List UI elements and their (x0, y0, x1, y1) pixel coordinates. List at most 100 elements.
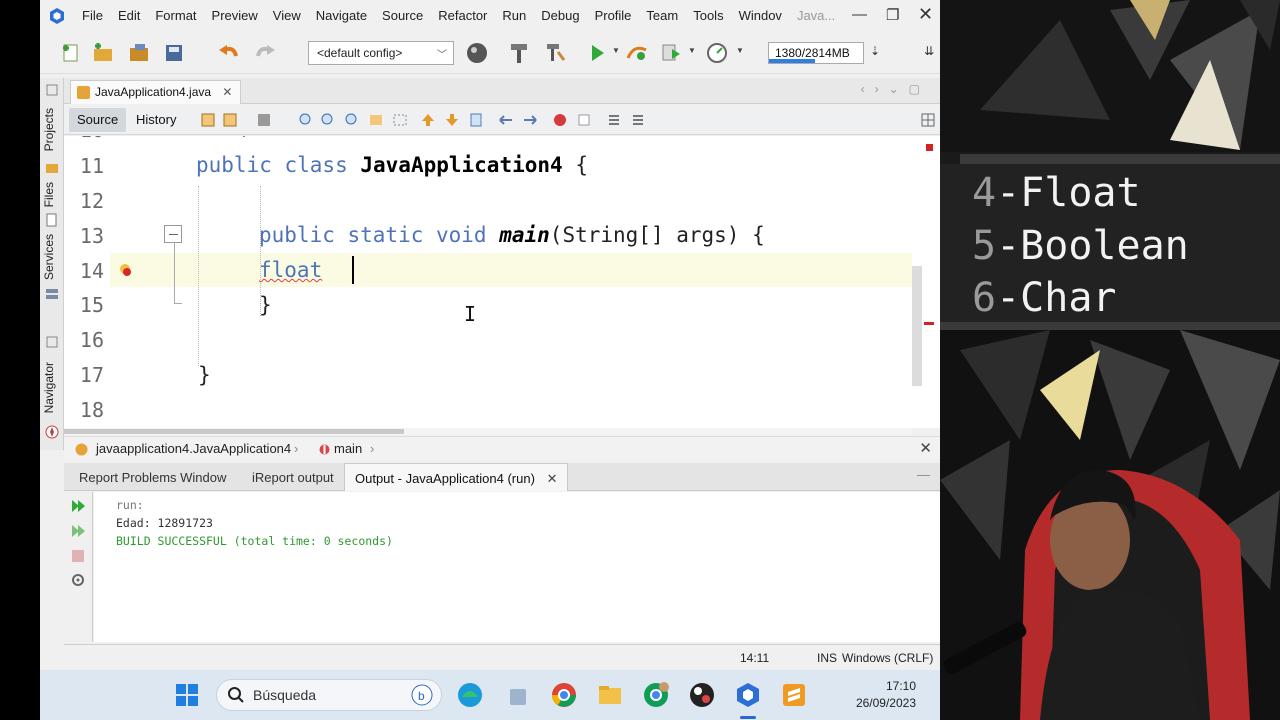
toolbar-overflow-icon[interactable]: ⇊ (924, 44, 934, 58)
restore-icon[interactable]: ❐ (886, 6, 899, 24)
find-selection-icon[interactable] (298, 112, 314, 128)
file-explorer-icon[interactable] (596, 681, 624, 709)
menu-tools[interactable]: Tools (693, 8, 723, 23)
menu-team[interactable]: Team (646, 8, 678, 23)
caret-position[interactable]: 14:11 (740, 651, 769, 665)
close-window-icon[interactable]: ✕ (918, 4, 933, 25)
obs-studio-icon[interactable] (688, 681, 716, 709)
code-editor[interactable]: 10 11 12 13 14 15 16 17 18 */ public cla… (64, 136, 912, 428)
tab-report-problems[interactable]: Report Problems Window (69, 463, 236, 491)
profile-project-icon[interactable] (658, 40, 684, 66)
prev-bookmark-icon[interactable] (420, 112, 436, 128)
settings-gear-icon[interactable] (70, 572, 86, 588)
redo-icon[interactable] (252, 40, 278, 66)
windows-start-icon[interactable] (175, 683, 199, 707)
tab-services[interactable]: Services (42, 234, 56, 280)
open-project-icon[interactable] (126, 40, 152, 66)
source-view-button[interactable]: Source (69, 108, 127, 132)
file-tab-javaapplication4[interactable]: JavaApplication4.java ✕ (70, 80, 242, 104)
minimize-icon[interactable]: — (852, 6, 867, 23)
split-editor-icon[interactable] (920, 112, 936, 128)
breadcrumb-class[interactable]: javaapplication4.JavaApplication4 (96, 441, 291, 456)
build-hammer-icon[interactable] (506, 40, 532, 66)
back-icon[interactable] (222, 112, 238, 128)
edge-browser-icon[interactable] (456, 681, 484, 709)
editor-tab-navigation[interactable]: ‹›⌄▢ (861, 82, 930, 96)
menu-format[interactable]: Format (155, 8, 196, 23)
navigator-icon[interactable] (44, 424, 60, 440)
menu-source[interactable]: Source (382, 8, 423, 23)
new-project-icon[interactable] (90, 40, 116, 66)
menu-edit[interactable]: Edit (118, 8, 140, 23)
services-icon[interactable] (44, 286, 60, 302)
clean-build-icon[interactable] (542, 40, 568, 66)
tab-output-run[interactable]: Output - JavaApplication4 (run) ✕ (344, 463, 569, 491)
output-console[interactable]: run: Edad: 12891723 BUILD SUCCESSFUL (to… (94, 492, 940, 642)
menu-window[interactable]: Windov (739, 8, 782, 23)
history-view-button[interactable]: History (130, 108, 182, 132)
line-ending[interactable]: Windows (CRLF) (842, 651, 933, 665)
comment-icon[interactable] (606, 112, 622, 128)
minimize-panel-icon[interactable]: — (917, 467, 930, 482)
chrome-icon[interactable] (550, 681, 578, 709)
shift-left-icon[interactable] (498, 112, 514, 128)
editor-vertical-scrollbar[interactable] (912, 136, 940, 428)
last-edit-icon[interactable] (200, 112, 216, 128)
memory-gc-icon[interactable]: ⇣ (870, 44, 880, 58)
hscroll-thumb[interactable] (64, 429, 404, 434)
stop-icon[interactable] (70, 548, 86, 564)
tab-projects[interactable]: Projects (42, 108, 56, 151)
netbeans-taskbar-icon[interactable] (734, 681, 762, 709)
editor-horizontal-scrollbar[interactable] (64, 428, 912, 435)
tab-ireport-output[interactable]: iReport output (242, 463, 344, 491)
profiler-dropdown-icon[interactable]: ▼ (736, 46, 744, 55)
fold-collapse-icon[interactable] (164, 225, 182, 243)
breadcrumb-method[interactable]: main (334, 441, 362, 456)
tab-files[interactable]: Files (42, 182, 56, 207)
chrome-profile-icon[interactable] (642, 681, 670, 709)
error-stripe-marker[interactable] (926, 144, 933, 151)
stop-macro-icon[interactable] (576, 112, 592, 128)
toggle-highlight-icon[interactable] (368, 112, 384, 128)
scroll-thumb[interactable] (912, 266, 922, 386)
find-previous-icon[interactable] (320, 112, 336, 128)
menu-file[interactable]: File (82, 8, 103, 23)
profiler-gauge-icon[interactable] (704, 40, 730, 66)
sublime-text-icon[interactable] (780, 681, 808, 709)
new-file-icon[interactable] (58, 40, 84, 66)
store-icon[interactable] (504, 681, 532, 709)
error-lightbulb-icon[interactable] (118, 263, 132, 277)
menu-navigate[interactable]: Navigate (316, 8, 367, 23)
profile-dropdown-icon[interactable]: ▼ (688, 46, 696, 55)
close-output-tab-icon[interactable]: ✕ (547, 471, 558, 486)
menu-profile[interactable]: Profile (595, 8, 632, 23)
menu-run[interactable]: Run (502, 8, 526, 23)
files-icon[interactable] (44, 212, 60, 228)
window-restore-icon[interactable] (44, 82, 60, 98)
debug-project-icon[interactable] (624, 40, 650, 66)
close-breadcrumb-icon[interactable]: ✕ (919, 439, 932, 457)
undo-icon[interactable] (216, 40, 242, 66)
browser-globe-icon[interactable] (464, 40, 490, 66)
save-all-icon[interactable] (162, 40, 188, 66)
shift-right-icon[interactable] (522, 112, 538, 128)
menu-debug[interactable]: Debug (541, 8, 579, 23)
run-project-icon[interactable] (584, 40, 610, 66)
memory-indicator[interactable]: 1380/2814MB (768, 42, 864, 64)
menu-view[interactable]: View (273, 8, 301, 23)
toggle-rect-select-icon[interactable] (392, 112, 408, 128)
rerun-with-params-icon[interactable] (70, 523, 86, 539)
toggle-bookmark-icon[interactable] (468, 112, 484, 128)
next-bookmark-icon[interactable] (444, 112, 460, 128)
menu-refactor[interactable]: Refactor (438, 8, 487, 23)
forward-icon[interactable] (256, 112, 272, 128)
navigator-restore-icon[interactable] (44, 334, 60, 350)
tab-navigator[interactable]: Navigator (42, 362, 56, 413)
start-macro-icon[interactable] (552, 112, 568, 128)
close-tab-icon[interactable]: ✕ (222, 85, 232, 99)
config-dropdown[interactable]: <default config> ﹀ (308, 41, 454, 65)
projects-icon[interactable] (44, 160, 60, 176)
taskbar-search[interactable]: Búsqueda b (216, 679, 442, 711)
system-clock[interactable]: 17:10 26/09/2023 (856, 678, 916, 712)
rerun-icon[interactable] (70, 498, 86, 514)
